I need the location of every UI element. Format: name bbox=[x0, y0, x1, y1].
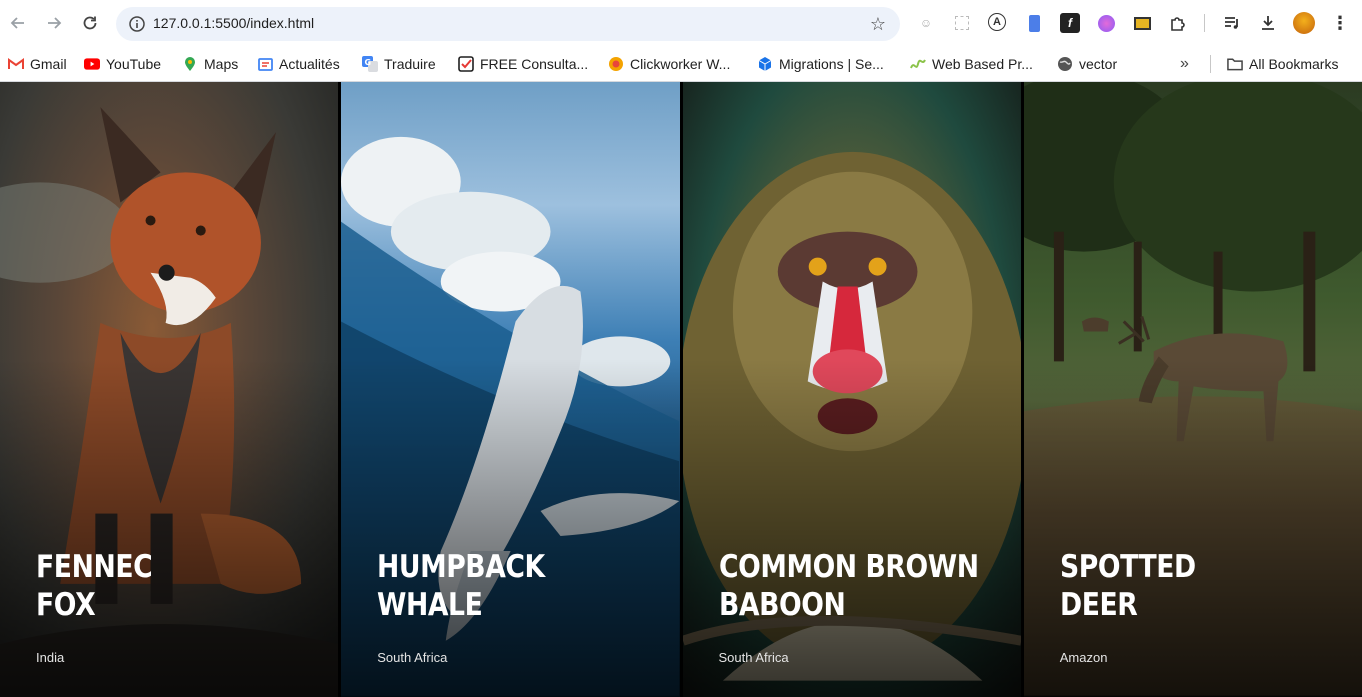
bookmarks-divider bbox=[1210, 55, 1211, 73]
extension-phone-icon[interactable] bbox=[1024, 13, 1044, 33]
toolbar-divider bbox=[1204, 14, 1205, 32]
extension-grid-icon[interactable] bbox=[952, 13, 972, 33]
bookmark-web-based[interactable]: Web Based Pr... bbox=[910, 53, 1033, 75]
card-title-line2: DEER bbox=[1059, 587, 1138, 623]
card-caption: COMMON BROWN BABOON South Africa bbox=[719, 548, 1021, 665]
reload-icon bbox=[83, 16, 97, 30]
forward-button[interactable] bbox=[42, 11, 66, 35]
folder-icon bbox=[1227, 56, 1243, 72]
bookmark-label: vector bbox=[1079, 56, 1118, 72]
globe-icon bbox=[1057, 56, 1073, 72]
animal-card-humpback-whale[interactable]: HUMPBACK WHALE South Africa bbox=[341, 82, 680, 697]
extension-brain-icon[interactable] bbox=[1096, 13, 1116, 33]
wave-icon bbox=[910, 56, 926, 72]
card-caption: SPOTTED DEER Amazon bbox=[1060, 548, 1218, 665]
bookmark-label: Migrations | Se... bbox=[779, 56, 884, 72]
card-title-line1: COMMON BROWN bbox=[718, 549, 979, 585]
card-caption: FENNEC FOX India bbox=[36, 548, 171, 665]
extension-cast-icon[interactable] bbox=[1132, 13, 1152, 33]
bookmark-youtube[interactable]: YouTube bbox=[84, 53, 161, 75]
bookmark-gmail[interactable]: Gmail bbox=[8, 53, 67, 75]
extension-face-icon[interactable]: ☺ bbox=[916, 13, 936, 33]
download-icon[interactable] bbox=[1258, 13, 1278, 33]
bookmark-migrations[interactable]: Migrations | Se... bbox=[757, 53, 884, 75]
card-location: South Africa bbox=[718, 650, 789, 665]
cube-icon bbox=[757, 56, 773, 72]
browser-toolbar: 127.0.0.1:5500/index.html ☆ ☺ A f ⋮ bbox=[0, 0, 1362, 46]
card-title-line1: SPOTTED bbox=[1059, 549, 1196, 585]
card-title: SPOTTED DEER bbox=[1060, 548, 1196, 624]
reload-button[interactable] bbox=[78, 11, 102, 35]
card-title-line1: HUMPBACK bbox=[377, 549, 546, 585]
bookmark-label: Actualités bbox=[279, 56, 340, 72]
maps-icon bbox=[182, 56, 198, 72]
url-text: 127.0.0.1:5500/index.html bbox=[153, 15, 315, 31]
bookmark-maps[interactable]: Maps bbox=[182, 53, 238, 75]
back-arrow-icon bbox=[10, 17, 24, 29]
card-title-line1: FENNEC bbox=[36, 549, 153, 585]
svg-text:G: G bbox=[365, 58, 372, 67]
browser-menu-icon[interactable]: ⋮ bbox=[1330, 13, 1350, 33]
bookmark-label: Clickworker W... bbox=[630, 56, 731, 72]
youtube-icon bbox=[84, 56, 100, 72]
more-bookmarks-chevron-icon[interactable]: » bbox=[1180, 53, 1189, 75]
card-title-line2: BABOON bbox=[718, 587, 846, 623]
card-title-line2: WHALE bbox=[377, 587, 483, 623]
bookmark-label: Web Based Pr... bbox=[932, 56, 1033, 72]
media-queue-icon[interactable] bbox=[1222, 13, 1242, 33]
back-button[interactable] bbox=[6, 11, 30, 35]
address-bar[interactable]: 127.0.0.1:5500/index.html ☆ bbox=[116, 7, 900, 41]
bookmark-label: FREE Consulta... bbox=[480, 56, 589, 72]
bookmark-free-consultation[interactable]: FREE Consulta... bbox=[458, 53, 588, 75]
card-title-line2: FOX bbox=[36, 587, 96, 623]
animal-gallery: FENNEC FOX India HUMPBACK WHALE South Af… bbox=[0, 82, 1362, 697]
bookmark-label: Maps bbox=[204, 56, 239, 72]
bookmarks-bar: Gmail YouTube Maps Actualités G Traduire… bbox=[0, 46, 1362, 82]
profile-avatar[interactable] bbox=[1293, 12, 1315, 34]
extension-a-icon[interactable]: A bbox=[988, 13, 1006, 31]
checklist-icon bbox=[458, 56, 474, 72]
bookmark-label: Gmail bbox=[30, 56, 67, 72]
extensions-puzzle-icon[interactable] bbox=[1168, 13, 1188, 33]
clickworker-icon bbox=[608, 56, 624, 72]
gmail-icon bbox=[8, 56, 24, 72]
bookmark-label: YouTube bbox=[106, 56, 162, 72]
bookmark-vector[interactable]: vector bbox=[1057, 53, 1117, 75]
bookmark-label: Traduire bbox=[384, 56, 436, 72]
card-location: South Africa bbox=[377, 650, 448, 665]
card-location: Amazon bbox=[1059, 650, 1108, 665]
card-title: COMMON BROWN BABOON bbox=[719, 548, 979, 624]
all-bookmarks-button[interactable]: All Bookmarks bbox=[1227, 53, 1338, 75]
news-icon bbox=[257, 56, 273, 72]
forward-arrow-icon bbox=[48, 17, 62, 29]
animal-card-common-brown-baboon[interactable]: COMMON BROWN BABOON South Africa bbox=[682, 82, 1021, 697]
bookmark-star-icon[interactable]: ☆ bbox=[870, 14, 886, 34]
bookmark-traduire[interactable]: G Traduire bbox=[362, 53, 436, 75]
animal-card-fennec-fox[interactable]: FENNEC FOX India bbox=[0, 82, 339, 697]
bookmark-clickworker[interactable]: Clickworker W... bbox=[608, 53, 730, 75]
card-caption: HUMPBACK WHALE South Africa bbox=[377, 548, 572, 665]
card-location: India bbox=[36, 650, 65, 665]
card-title: HUMPBACK WHALE bbox=[377, 548, 545, 624]
translate-icon: G bbox=[362, 56, 378, 72]
card-title: FENNEC FOX bbox=[36, 548, 153, 624]
site-info-icon[interactable] bbox=[128, 15, 146, 33]
bookmark-actualites[interactable]: Actualités bbox=[257, 53, 340, 75]
extension-fx-icon[interactable]: f bbox=[1060, 13, 1080, 33]
all-bookmarks-label: All Bookmarks bbox=[1249, 56, 1339, 72]
animal-card-spotted-deer[interactable]: SPOTTED DEER Amazon bbox=[1023, 82, 1362, 697]
